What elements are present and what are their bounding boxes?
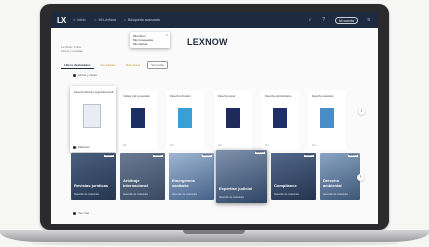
topics-next-arrow-icon[interactable]: › xyxy=(357,174,364,181)
book-cover xyxy=(226,108,240,128)
book-cover xyxy=(273,108,287,128)
topic-tile[interactable]: NUEVO Derecho ambiental Selección de con… xyxy=(320,153,360,200)
star-icon: ☆ xyxy=(93,18,97,22)
nav-advanced-search[interactable]: ⌕ Búsqueda avanzada xyxy=(124,18,160,22)
content-tabs: Libros destacados Novedades Más leídos V… xyxy=(61,61,168,69)
app-screen: LX ⌂ Inicio ☆ Mi LexNow ⌕ Búsqueda avanzada… xyxy=(51,12,378,224)
breadcrumb: LexNow / Inicio Libros y revistas xyxy=(61,45,83,53)
books-section-label: Libros y obras xyxy=(73,73,97,77)
tab-new[interactable]: Novedades xyxy=(98,62,119,68)
book-cover xyxy=(83,104,101,128)
topic-tile[interactable]: NUEVO Expertise judicial Selección de co… xyxy=(216,150,267,203)
topic-tile[interactable]: NUEVO Arbitraje internacional Selección … xyxy=(120,153,165,200)
topic-tile[interactable]: NUEVO Revistas jurídicas Selección de co… xyxy=(71,153,116,200)
tab-view-all[interactable]: Ver todos xyxy=(147,61,168,69)
topic-tile[interactable]: NUEVO Emergencia sanitaria Selección de … xyxy=(169,153,214,200)
laptop-notch xyxy=(183,230,245,234)
book-cover xyxy=(178,108,192,128)
bell-icon[interactable]: ♪ xyxy=(307,17,313,23)
topic-tile[interactable]: NUEVO Compliance Selección de contenidos xyxy=(271,153,316,200)
menu-icon[interactable]: ≡ xyxy=(366,17,372,23)
book-cover xyxy=(131,108,145,128)
book-card[interactable]: Código civil comentado Ver xyxy=(119,90,157,150)
close-icon[interactable]: × xyxy=(166,33,168,37)
help-icon[interactable]: ? xyxy=(321,17,327,23)
topics-section-label: Materias xyxy=(73,145,90,149)
breadcrumb-item: Libros y revistas xyxy=(61,49,83,53)
top-navigation-bar: LX ⌂ Inicio ☆ Mi LexNow ⌕ Búsqueda avanzada… xyxy=(51,12,378,28)
bullet-icon xyxy=(73,73,76,77)
nav-my-lexnow[interactable]: ☆ Mi LexNow xyxy=(94,18,116,22)
footer-section-label: Ver más xyxy=(73,211,89,215)
book-card[interactable]: Derecho societario Ver xyxy=(308,90,346,150)
quick-menu-dropdown: × Mis libros Mis búsquedas Mis alertas xyxy=(130,32,170,48)
book-card[interactable]: Derecho tributario Ver xyxy=(166,90,204,150)
bullet-icon xyxy=(73,211,76,215)
home-icon: ⌂ xyxy=(73,18,76,22)
books-next-arrow-icon[interactable]: › xyxy=(358,108,365,115)
lexnow-logo[interactable]: LX xyxy=(57,16,66,25)
bullet-icon xyxy=(73,145,76,149)
book-cover xyxy=(320,108,334,128)
book-card[interactable]: Derecho laboral y seguridad social Ver xyxy=(70,86,116,152)
nav-home[interactable]: ⌂ Inicio xyxy=(73,18,85,22)
tab-featured[interactable]: Libros destacados xyxy=(61,62,94,69)
book-card[interactable]: Derecho penal Ver xyxy=(214,90,252,150)
books-carousel: Derecho laboral y seguridad social Ver C… xyxy=(70,86,356,152)
tab-most-read[interactable]: Más leídos xyxy=(123,62,144,68)
account-button[interactable]: Mi cuenta xyxy=(334,16,358,24)
page-brand-title: LEXNOW xyxy=(187,37,228,47)
search-icon: ⌕ xyxy=(123,18,126,22)
topics-carousel: NUEVO Revistas jurídicas Selección de co… xyxy=(51,150,378,208)
book-card[interactable]: Derecho administrativo Ver xyxy=(261,90,299,150)
dropdown-item[interactable]: Mis alertas xyxy=(133,42,167,46)
